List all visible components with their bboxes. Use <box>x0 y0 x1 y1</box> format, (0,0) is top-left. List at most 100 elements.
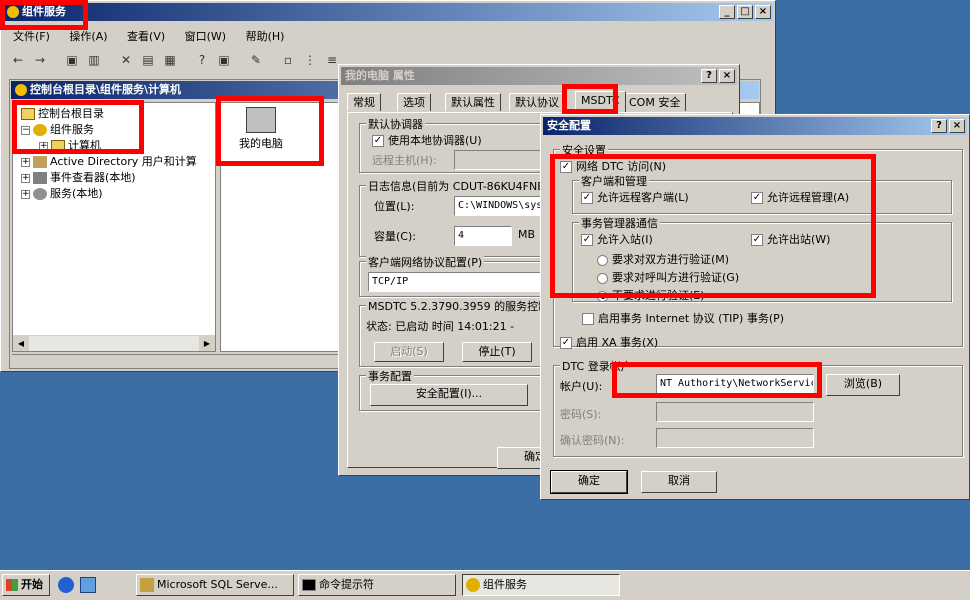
browse-button[interactable]: 浏览(B) <box>826 374 900 396</box>
client-admin-label: 客户端和管理 <box>579 173 649 189</box>
scroll-left-icon[interactable]: ◀ <box>13 336 29 351</box>
client-protocol-select[interactable]: TCP/IP <box>368 272 548 292</box>
tab-com-security[interactable]: COM 安全 <box>623 93 687 111</box>
dtc-logon-label: DTC 登录帐户 <box>560 358 634 374</box>
component-services-icon <box>466 578 480 592</box>
tree-item-component-services[interactable]: − 组件服务 <box>21 121 94 137</box>
console-icon-small <box>15 84 27 96</box>
tm-communication-label: 事务管理器通信 <box>579 215 660 231</box>
allow-outbound-checkbox[interactable]: ✓ 允许出站(W) <box>751 231 830 247</box>
menu-help[interactable]: 帮助(H) <box>246 30 285 43</box>
back-icon[interactable]: ← <box>9 51 27 69</box>
console-icon[interactable]: ▣ <box>215 51 233 69</box>
security-config-button[interactable]: 安全配置(I)... <box>370 384 528 406</box>
large-icons-icon[interactable]: ▫ <box>279 51 297 69</box>
enable-tip-checkbox[interactable]: 启用事务 Internet 协议 (TIP) 事务(P) <box>582 310 784 326</box>
radio-off-icon <box>597 254 608 266</box>
security-settings-label: 安全设置 <box>560 142 608 158</box>
services-icon <box>33 188 47 200</box>
menu-file[interactable]: 文件(F) <box>13 30 50 43</box>
tab-options[interactable]: 选项 <box>397 93 431 111</box>
delete-icon[interactable]: ✕ <box>117 51 135 69</box>
event-viewer-icon <box>33 172 47 184</box>
tab-strip: 常规 选项 默认属性 默认协议 MSDTC COM 安全 <box>347 91 737 113</box>
tree-item-console-root[interactable]: 控制台根目录 <box>21 105 104 121</box>
service-control-label: MSDTC 5.2.3790.3959 的服务控制 <box>366 298 552 314</box>
account-label: 帐户(U): <box>560 380 603 393</box>
menu-window[interactable]: 窗口(W) <box>185 30 226 43</box>
checkbox-checked-icon: ✓ <box>751 192 763 204</box>
confirm-password-input <box>656 428 814 448</box>
caller-auth-radio[interactable]: 要求对呼叫方进行验证(G) <box>597 269 739 285</box>
security-title-bar[interactable]: 安全配置 ? × <box>543 117 967 135</box>
expand-icon[interactable]: + <box>21 189 30 199</box>
start-service-button[interactable]: 启动(S) <box>374 342 444 362</box>
properties-title: 我的电脑 属性 <box>345 69 415 82</box>
allow-remote-admin-checkbox[interactable]: ✓ 允许远程管理(A) <box>751 189 849 205</box>
expand-icon[interactable]: + <box>21 173 30 183</box>
taskbar-item-command-prompt[interactable]: 命令提示符 <box>298 574 456 596</box>
log-location-input[interactable]: C:\WINDOWS\sys <box>454 196 544 216</box>
tree-item-active-directory[interactable]: + Active Directory 用户和计算 <box>21 153 197 169</box>
tab-msdtc[interactable]: MSDTC <box>575 91 626 112</box>
tree-item-event-viewer[interactable]: + 事件查看器(本地) <box>21 169 136 185</box>
allow-inbound-checkbox[interactable]: ✓ 允许入站(I) <box>581 231 653 247</box>
network-dtc-access-checkbox[interactable]: ✓ 网络 DTC 访问(N) <box>560 158 666 174</box>
properties-title-bar[interactable]: 我的电脑 属性 ? × <box>341 67 737 85</box>
expand-icon[interactable]: + <box>21 157 30 167</box>
log-capacity-input[interactable]: 4 <box>454 226 512 246</box>
close-button[interactable]: × <box>949 119 965 133</box>
tab-default-protocols[interactable]: 默认协议 <box>509 93 565 111</box>
tree-item-computers[interactable]: + 计算机 <box>39 137 101 153</box>
help-button[interactable]: ? <box>931 119 947 133</box>
taskbar-item-sql-server[interactable]: Microsoft SQL Serve... <box>136 574 294 596</box>
tab-general[interactable]: 常规 <box>347 93 381 111</box>
password-input <box>656 402 814 422</box>
new-icon[interactable]: ✎ <box>247 51 265 69</box>
stop-service-button[interactable]: 停止(T) <box>462 342 532 362</box>
dtc-logon-group: DTC 登录帐户 帐户(U): NT Authority\NetworkServ… <box>553 358 963 457</box>
sql-server-icon <box>140 578 154 592</box>
refresh-icon[interactable]: ▦ <box>161 51 179 69</box>
main-title: 组件服务 <box>22 5 66 18</box>
transaction-config-label: 事务配置 <box>366 368 414 384</box>
expand-icon[interactable]: + <box>39 141 48 151</box>
checkbox-unchecked-icon <box>582 313 594 325</box>
security-ok-button[interactable]: 确定 <box>550 470 628 494</box>
tree-hscrollbar[interactable]: ◀ ▶ <box>13 335 215 351</box>
security-title: 安全配置 <box>547 119 591 132</box>
forward-icon[interactable]: → <box>31 51 49 69</box>
ie-quicklaunch-icon[interactable] <box>58 577 74 593</box>
up-folder-icon[interactable]: ▣ <box>63 51 81 69</box>
menu-action[interactable]: 操作(A) <box>69 30 107 43</box>
use-local-coordinator-checkbox[interactable]: ✓ 使用本地协调器(U) <box>372 132 482 148</box>
radio-on-icon <box>597 290 608 302</box>
menu-view[interactable]: 查看(V) <box>127 30 165 43</box>
mutual-auth-radio[interactable]: 要求对双方进行验证(M) <box>597 251 729 267</box>
allow-remote-clients-checkbox[interactable]: ✓ 允许远程客户端(L) <box>581 189 689 205</box>
collapse-icon[interactable]: − <box>21 125 30 135</box>
tree-item-services[interactable]: + 服务(本地) <box>21 185 103 201</box>
main-title-bar[interactable]: 组件服务 _ □ × <box>3 3 773 21</box>
tab-default-properties[interactable]: 默认属性 <box>445 93 501 111</box>
remote-host-input <box>454 150 544 170</box>
start-button[interactable]: 开始 <box>2 574 50 596</box>
close-button[interactable]: × <box>755 5 771 19</box>
my-computer-item[interactable]: 我的电脑 <box>231 107 291 151</box>
scroll-right-icon[interactable]: ▶ <box>199 336 215 351</box>
enable-xa-checkbox[interactable]: ✓ 启用 XA 事务(X) <box>560 334 658 350</box>
minimize-button[interactable]: _ <box>719 5 735 19</box>
desktop-quicklaunch-icon[interactable] <box>80 577 96 593</box>
help-button[interactable]: ? <box>701 69 717 83</box>
maximize-button[interactable]: □ <box>737 5 753 19</box>
properties-icon[interactable]: ▤ <box>139 51 157 69</box>
no-auth-radio[interactable]: 不要求进行验证(E) <box>597 287 705 303</box>
close-button[interactable]: × <box>719 69 735 83</box>
show-tree-icon[interactable]: ▥ <box>85 51 103 69</box>
taskbar-item-component-services[interactable]: 组件服务 <box>462 574 620 596</box>
account-input[interactable]: NT Authority\NetworkService <box>656 374 814 394</box>
help-icon[interactable]: ? <box>193 51 211 69</box>
service-status-text: 状态: 已启动 时间 14:01:21 - <box>366 320 515 333</box>
security-cancel-button[interactable]: 取消 <box>641 471 717 493</box>
small-icons-icon[interactable]: ⋮ <box>301 51 319 69</box>
